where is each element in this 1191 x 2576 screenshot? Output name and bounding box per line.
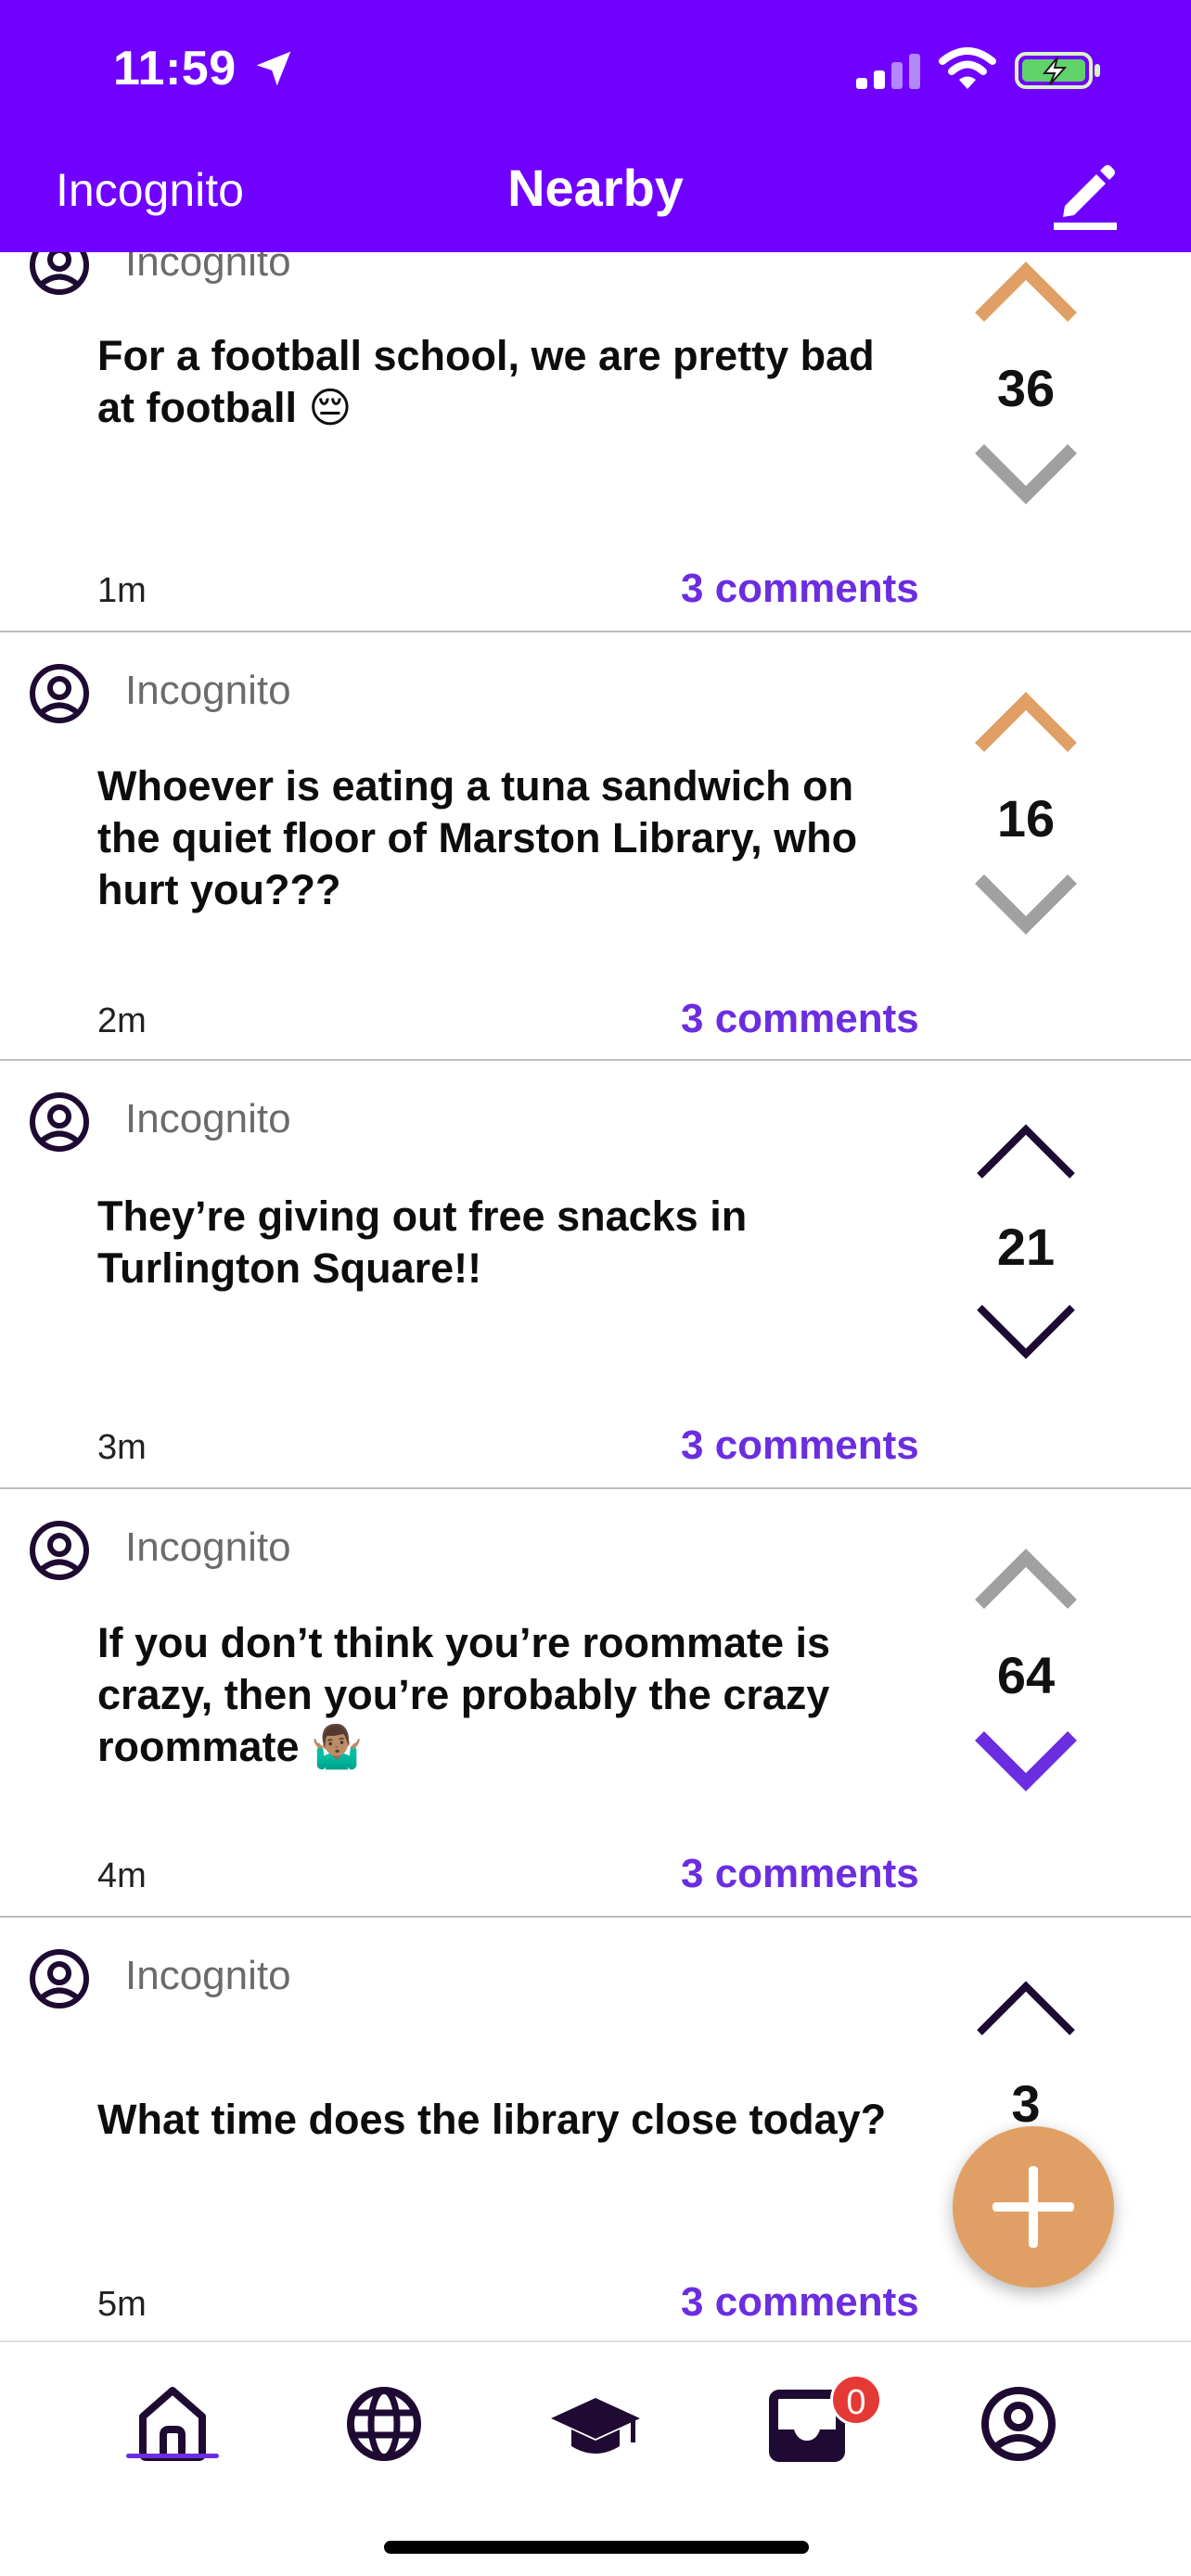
tab-school[interactable] (549, 2376, 642, 2468)
vote-count: 3 (1011, 2074, 1041, 2133)
post-text[interactable]: They’re giving out free snacks in Turlin… (97, 1191, 895, 1294)
comments-link[interactable]: 3 comments (681, 996, 919, 1042)
post-author: Incognito (125, 1524, 291, 1570)
post-text[interactable]: What time does the library close today? (97, 2094, 895, 2146)
post-card[interactable]: Incognito Whoever is eating a tuna sandw… (0, 632, 1191, 1061)
post-card[interactable]: Incognito They’re giving out free snacks… (0, 1061, 1191, 1489)
user-avatar-icon (30, 1949, 89, 2009)
edit-pencil-icon[interactable] (1044, 154, 1122, 232)
graduation-cap-icon (551, 2398, 640, 2454)
downvote-icon[interactable] (972, 1300, 1080, 1365)
downvote-icon[interactable] (972, 1728, 1080, 1793)
home-indicator (384, 2541, 809, 2554)
vote-count: 64 (996, 1646, 1056, 1704)
status-time: 11:59 (113, 42, 237, 96)
tab-profile[interactable] (972, 2376, 1065, 2468)
vote-count: 21 (996, 1218, 1056, 1276)
new-post-button[interactable] (953, 2126, 1114, 2288)
location-arrow-icon (256, 51, 291, 86)
active-tab-indicator (126, 2454, 219, 2458)
vote-count: 36 (996, 359, 1056, 417)
post-age: 5m (97, 2285, 147, 2324)
cellular-signal-icon (856, 54, 920, 89)
upvote-icon[interactable] (972, 1118, 1080, 1183)
plus-icon (992, 2166, 1074, 2248)
tab-global[interactable] (338, 2376, 430, 2468)
status-bar: 11:59 (0, 0, 1191, 139)
upvote-icon[interactable] (972, 1975, 1080, 2040)
post-feed[interactable]: Incognito For a football school, we are … (0, 252, 1191, 2340)
upvote-icon[interactable] (972, 690, 1080, 755)
bottom-tab-bar: 0 (0, 2340, 1191, 2576)
post-card[interactable]: Incognito For a football school, we are … (0, 252, 1191, 632)
comments-link[interactable]: 3 comments (681, 1851, 919, 1897)
post-card[interactable]: Incognito If you don’t think you’re room… (0, 1489, 1191, 1918)
user-avatar-icon (30, 1092, 89, 1152)
user-avatar-icon (30, 1521, 89, 1580)
page-title: Nearby (507, 159, 684, 217)
profile-icon (981, 2387, 1056, 2461)
top-bar: 11:59 Incognito Nearby (0, 0, 1191, 252)
downvote-icon[interactable] (972, 441, 1080, 506)
post-age: 2m (97, 1001, 147, 1040)
downvote-icon[interactable] (972, 872, 1080, 937)
post-text[interactable]: Whoever is eating a tuna sandwich on the… (97, 760, 895, 916)
inbox-badge: 0 (830, 2374, 882, 2426)
post-age: 4m (97, 1856, 147, 1895)
post-author: Incognito (125, 1953, 291, 1998)
upvote-icon[interactable] (972, 1547, 1080, 1612)
comments-link[interactable]: 3 comments (681, 566, 919, 612)
post-text[interactable]: If you don’t think you’re roommate is cr… (97, 1617, 895, 1773)
battery-charging-icon (1015, 52, 1100, 89)
user-avatar-icon (30, 664, 89, 723)
comments-link[interactable]: 3 comments (681, 1422, 919, 1469)
comments-link[interactable]: 3 comments (681, 2279, 919, 2326)
post-age: 3m (97, 1428, 147, 1467)
upvote-icon[interactable] (972, 260, 1080, 325)
post-text[interactable]: For a football school, we are pretty bad… (97, 330, 895, 434)
wifi-icon (939, 47, 996, 89)
post-author: Incognito (125, 252, 291, 285)
user-avatar-icon (30, 252, 89, 295)
post-author: Incognito (125, 1096, 291, 1141)
post-age: 1m (97, 571, 147, 610)
post-author: Incognito (125, 668, 291, 713)
globe-icon (347, 2387, 421, 2461)
vote-count: 16 (996, 789, 1056, 848)
